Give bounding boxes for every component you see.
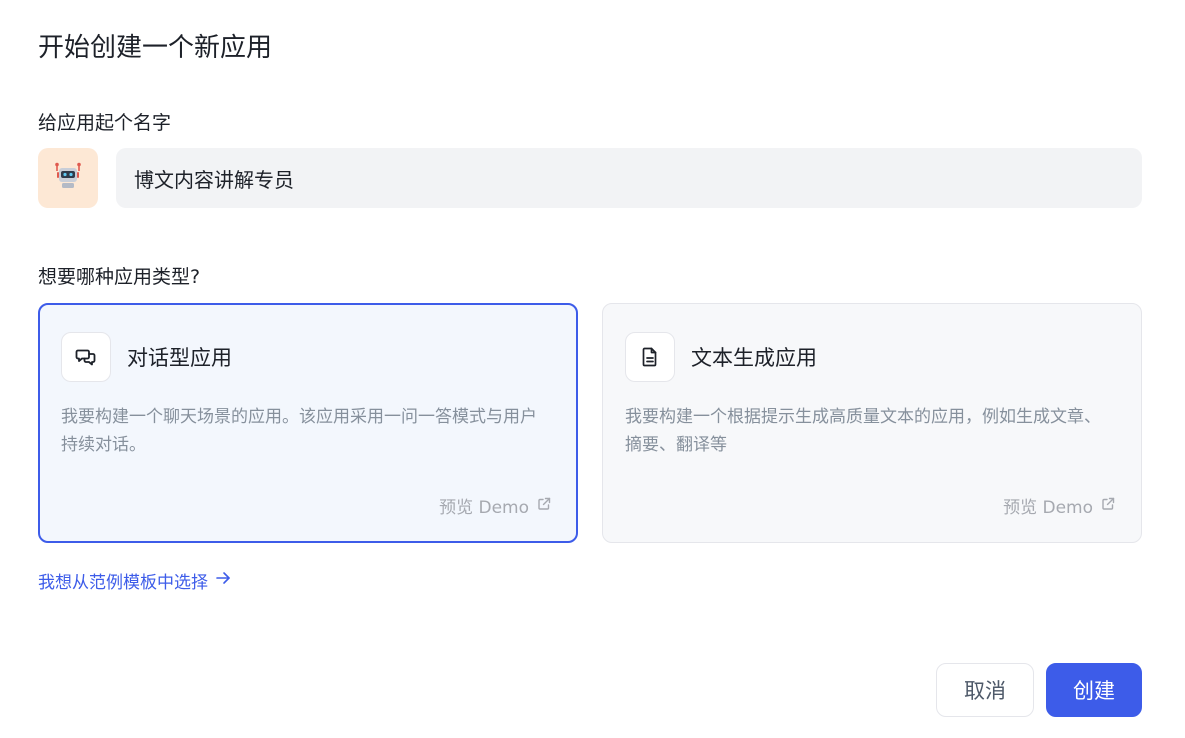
preview-demo-link[interactable]: 预览 Demo [1003, 493, 1115, 518]
card-title: 文本生成应用 [691, 346, 817, 370]
dialog-title: 开始创建一个新应用 [38, 33, 273, 63]
create-button[interactable]: 创建 [1046, 663, 1142, 717]
preview-demo-link[interactable]: 预览 Demo [439, 493, 551, 518]
app-type-card-text[interactable]: 文本生成应用 我要构建一个根据提示生成高质量文本的应用，例如生成文章、摘要、翻译… [602, 303, 1142, 543]
app-type-card-chat[interactable]: 对话型应用 我要构建一个聊天场景的应用。该应用采用一问一答模式与用户持续对话。 … [38, 303, 578, 543]
arrow-right-icon [214, 569, 232, 592]
choose-template-link[interactable]: 我想从范例模板中选择 [38, 568, 232, 593]
card-title: 对话型应用 [127, 346, 232, 370]
template-link-label: 我想从范例模板中选择 [38, 573, 208, 593]
app-name-input[interactable] [116, 148, 1142, 208]
demo-link-label: 预览 Demo [1003, 498, 1093, 518]
cancel-button[interactable]: 取消 [936, 663, 1034, 717]
card-description: 我要构建一个根据提示生成高质量文本的应用，例如生成文章、摘要、翻译等 [625, 407, 1101, 455]
app-avatar[interactable] [38, 148, 98, 208]
document-icon [625, 332, 675, 382]
app-name-label: 给应用起个名字 [38, 112, 172, 134]
card-description: 我要构建一个聊天场景的应用。该应用采用一问一答模式与用户持续对话。 [61, 407, 537, 455]
demo-link-label: 预览 Demo [439, 498, 529, 518]
chat-bubbles-icon [61, 332, 111, 382]
external-link-icon [537, 496, 551, 516]
external-link-icon [1101, 496, 1115, 516]
robot-icon [53, 161, 83, 195]
app-type-label: 想要哪种应用类型? [38, 266, 201, 288]
app-name-input-wrapper [116, 148, 1142, 208]
